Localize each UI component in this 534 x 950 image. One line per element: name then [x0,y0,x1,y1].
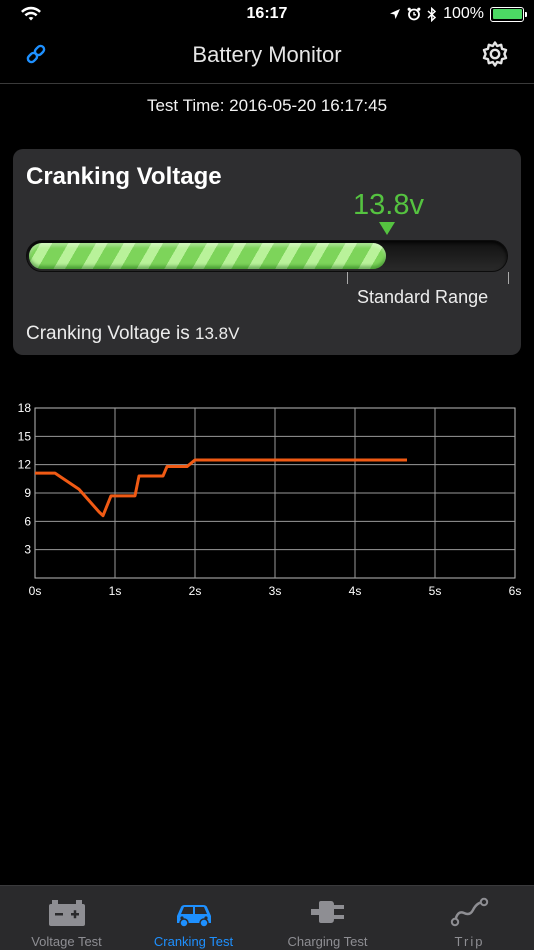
tab-voltage-test[interactable]: Voltage Test [0,886,133,950]
tab-trip[interactable]: Trip [403,886,534,950]
y-tick-label: 18 [18,401,32,415]
y-tick-label: 3 [24,543,31,557]
result-value: 13.8V [195,324,240,343]
alarm-icon [407,7,421,21]
battery-percent: 100% [443,5,484,22]
page-title: Battery Monitor [192,42,342,67]
test-time: Test Time: 2016-05-20 16:17:45 [0,96,534,116]
y-tick-label: 15 [18,429,32,443]
x-tick-label: 1s [109,584,122,595]
location-arrow-icon [390,9,401,19]
x-tick-label: 0s [29,584,42,595]
test-time-label: Test Time: [146,96,225,115]
standard-range-label: Standard Range [357,287,489,307]
reading-pointer-icon [379,222,395,235]
range-end-tick [508,272,509,284]
status-right: 100% [389,5,527,23]
cranking-voltage-card: Cranking Voltage 13.8v Standard Range Cr… [13,149,521,355]
bluetooth-icon [427,6,437,22]
trip-route-icon [450,897,489,927]
result-prefix: Cranking Voltage is [26,323,190,344]
nav-bar: Battery Monitor [0,30,534,84]
x-tick-label: 5s [429,584,442,595]
battery-icon [49,900,85,926]
x-tick-label: 4s [349,584,362,595]
tab-label: Charging Test [287,934,368,949]
voltage-gauge-track [26,240,508,272]
result-text: Cranking Voltage is 13.8V [26,323,239,345]
tab-charging-test[interactable]: Charging Test [261,886,394,950]
range-start-tick [347,272,348,284]
status-bar: 16:17 100% [0,0,534,30]
card-title: Cranking Voltage [26,163,222,190]
gear-icon[interactable] [481,40,509,68]
x-tick-label: 2s [189,584,202,595]
voltage-gauge-fill [29,243,386,269]
x-tick-label: 3s [269,584,282,595]
plug-icon [311,901,344,923]
x-tick-label: 6s [509,584,522,595]
battery-status-icon [490,6,527,22]
cranking-chart-svg: 0s 1s 2s 3s 4s 5s 6s 3 6 9 12 15 18 [18,401,522,595]
cranking-chart: 0s 1s 2s 3s 4s 5s 6s 3 6 9 12 15 18 [0,395,534,595]
y-tick-label: 12 [18,458,32,472]
voltage-series-line [35,458,407,518]
tab-label: Voltage Test [31,934,102,949]
tab-label: Trip [454,934,485,949]
test-time-value: 2016-05-20 16:17:45 [229,96,388,115]
tab-bar: Voltage Test Cranking Test Charging Test… [0,885,534,950]
y-tick-label: 9 [24,486,31,500]
voltage-reading: 13.8v [353,189,424,221]
tab-cranking-test[interactable]: Cranking Test [127,886,260,950]
car-icon [177,905,211,928]
y-tick-label: 6 [24,514,31,528]
tab-label: Cranking Test [153,934,234,949]
